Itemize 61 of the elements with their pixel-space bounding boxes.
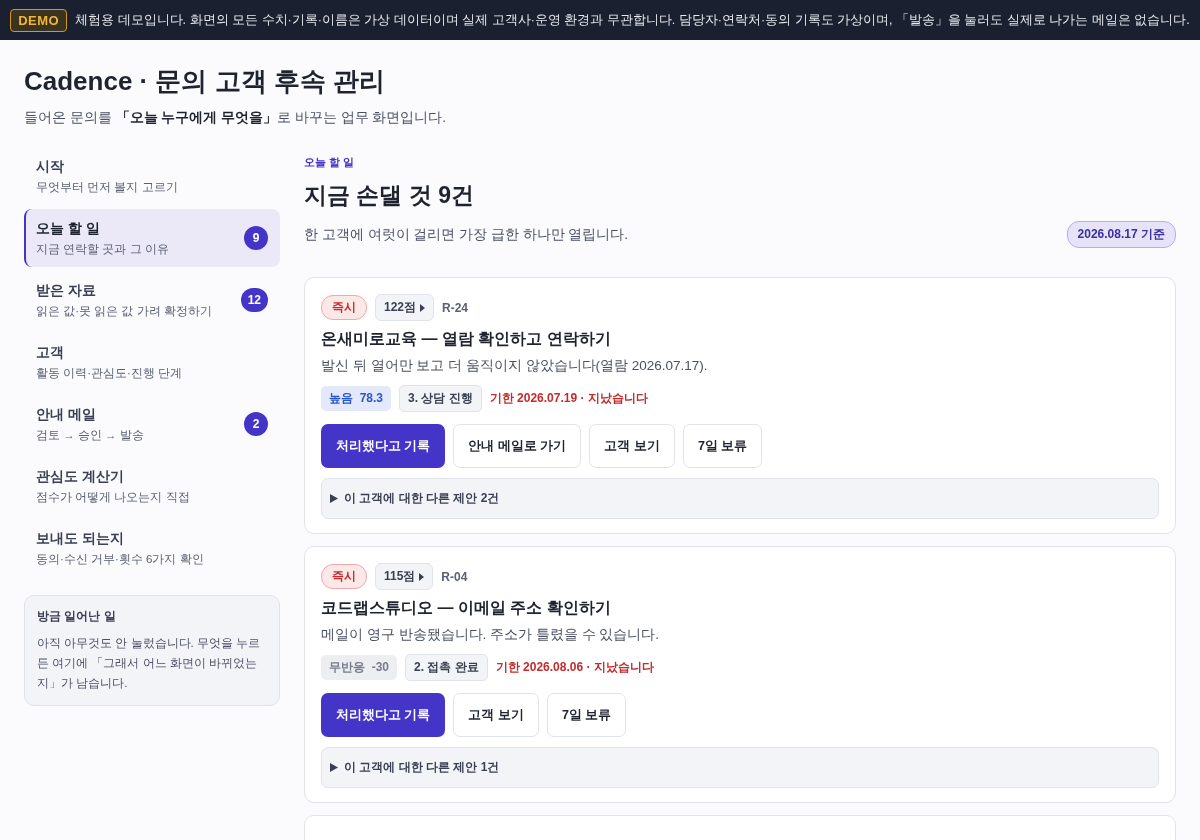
suggestions-label: 이 고객에 대한 다른 제안 2건 [344, 490, 500, 507]
activity-text: 아직 아무것도 안 눌렀습니다. 무엇을 누르든 여기에 「그래서 어느 화면이 바뀌었는지」가 남습니다. [37, 636, 262, 691]
sidebar-item[interactable]: 고객 활동 이력·관심도·진행 단계 [24, 333, 280, 391]
stage-tag: 3. 상담 진행 [399, 385, 482, 412]
stage-tag: 2. 접촉 완료 [405, 654, 488, 681]
nav-label: 시작 [36, 157, 65, 176]
date-badge: 2026.08.17 기준 [1066, 221, 1176, 248]
card-title: 온새미로교육 — 열람 확인하고 연락하기 [321, 329, 612, 349]
nav-description: 동의·수신 거부·횟수 6가지 확인 [36, 551, 205, 567]
action-button[interactable]: 고객 보기 [589, 424, 675, 468]
count-badge: 9 [244, 226, 268, 250]
reference-code: R-24 [442, 300, 469, 315]
sidebar-item[interactable]: 보내도 되는지 동의·수신 거부·횟수 6가지 확인 [24, 519, 280, 577]
nav-description: 무엇부터 먼저 볼지 고르기 [36, 179, 179, 195]
urgency-tag: 즉시 [321, 564, 367, 589]
action-button[interactable]: 처리했다고 기록 [321, 424, 446, 468]
sidebar-item[interactable]: 시작 무엇부터 먼저 볼지 고르기 [24, 147, 280, 205]
suggestions-toggle[interactable]: 이 고객에 대한 다른 제안 1건 [321, 747, 1159, 788]
card-reason: 발신 뒤 열어만 보고 더 움직이지 않았습니다(열람 2026.07.17). [321, 357, 709, 375]
suggestions-toggle[interactable]: 이 고객에 대한 다른 제안 2건 [321, 478, 1159, 519]
nav-label: 고객 [36, 343, 65, 362]
nav-description: 지금 연락할 곳과 그 이유 [36, 241, 170, 257]
sidebar-item[interactable]: 안내 메일 검토 → 승인 → 발송 2 [24, 395, 280, 453]
page-subtitle: 들어온 문의를 「오늘 누구에게 무엇을」로 바꾸는 업무 화면입니다. [24, 109, 448, 127]
nav-label: 안내 메일 [36, 405, 97, 424]
suggestions-label: 이 고객에 대한 다른 제안 1건 [344, 759, 500, 776]
nav-description: 점수가 어떻게 나오는지 직접 [36, 489, 191, 505]
reference-code: R-04 [441, 569, 468, 584]
nav-label: 보내도 되는지 [36, 529, 125, 548]
nav-description: 읽은 값·못 읽은 값 가려 확정하기 [36, 303, 213, 319]
card-title: 코드랩스튜디오 — 이메일 주소 확인하기 [321, 598, 612, 618]
action-button[interactable]: 고객 보기 [453, 693, 539, 737]
due-date: 기한 2026.07.19 · 지났습니다 [489, 390, 648, 407]
demo-tag: DEMO [10, 8, 68, 32]
urgency-tag: 즉시 [321, 295, 367, 320]
sidebar-item[interactable]: 받은 자료 읽은 값·못 읽은 값 가려 확정하기 12 [24, 271, 280, 329]
banner-text: 체험용 데모입니다. 화면의 모든 수치·기록·이름은 가상 데이터이며 실제 고객사·운영 환경과 무관합니다. 담당자·연락처·동의 기록도 가상이며, 「발송」을 눌러도 실제로 나가는 메일은 없습니다. [75, 11, 1190, 29]
section-label: 오늘 할 일 [304, 155, 356, 170]
interest-tag: 높음 78.3 [321, 386, 392, 411]
section-title: 지금 손댈 것 9건 [304, 181, 475, 210]
nav-label: 오늘 할 일 [36, 219, 101, 238]
score-chip[interactable]: 122점 [375, 294, 435, 321]
activity-title: 방금 일어난 일 [37, 608, 117, 625]
count-badge: 2 [244, 412, 268, 436]
score-chip[interactable]: 115점 [375, 563, 434, 590]
action-button[interactable]: 7일 보류 [682, 424, 763, 468]
sidebar-item[interactable]: 오늘 할 일 지금 연락할 곳과 그 이유 9 [24, 209, 280, 267]
page-title: Cadence · 문의 고객 후속 관리 [24, 65, 387, 98]
action-button[interactable]: 7일 보류 [546, 693, 627, 737]
sidebar-item[interactable]: 관심도 계산기 점수가 어떻게 나오는지 직접 [24, 457, 280, 515]
action-button[interactable]: 처리했다고 기록 [321, 693, 446, 737]
nav-description: 활동 이력·관심도·진행 단계 [36, 365, 184, 381]
section-subtitle: 한 고객에 여럿이 걸리면 가장 급한 하나만 열립니다. [304, 225, 628, 244]
nav-description: 검토 → 승인 → 발송 [36, 427, 145, 443]
nav-label: 관심도 계산기 [36, 467, 125, 486]
count-badge: 12 [240, 288, 268, 312]
interest-tag: 무반응 -30 [321, 655, 397, 680]
card-reason: 메일이 영구 반송됐습니다. 주소가 틀렸을 수 있습니다. [321, 626, 660, 644]
due-date: 기한 2026.08.06 · 지났습니다 [495, 659, 654, 676]
action-button[interactable]: 안내 메일로 가기 [453, 424, 582, 468]
nav-label: 받은 자료 [36, 281, 97, 300]
